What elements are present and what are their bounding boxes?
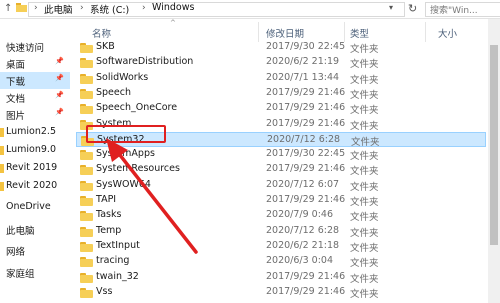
annotation-arrow xyxy=(106,138,198,254)
